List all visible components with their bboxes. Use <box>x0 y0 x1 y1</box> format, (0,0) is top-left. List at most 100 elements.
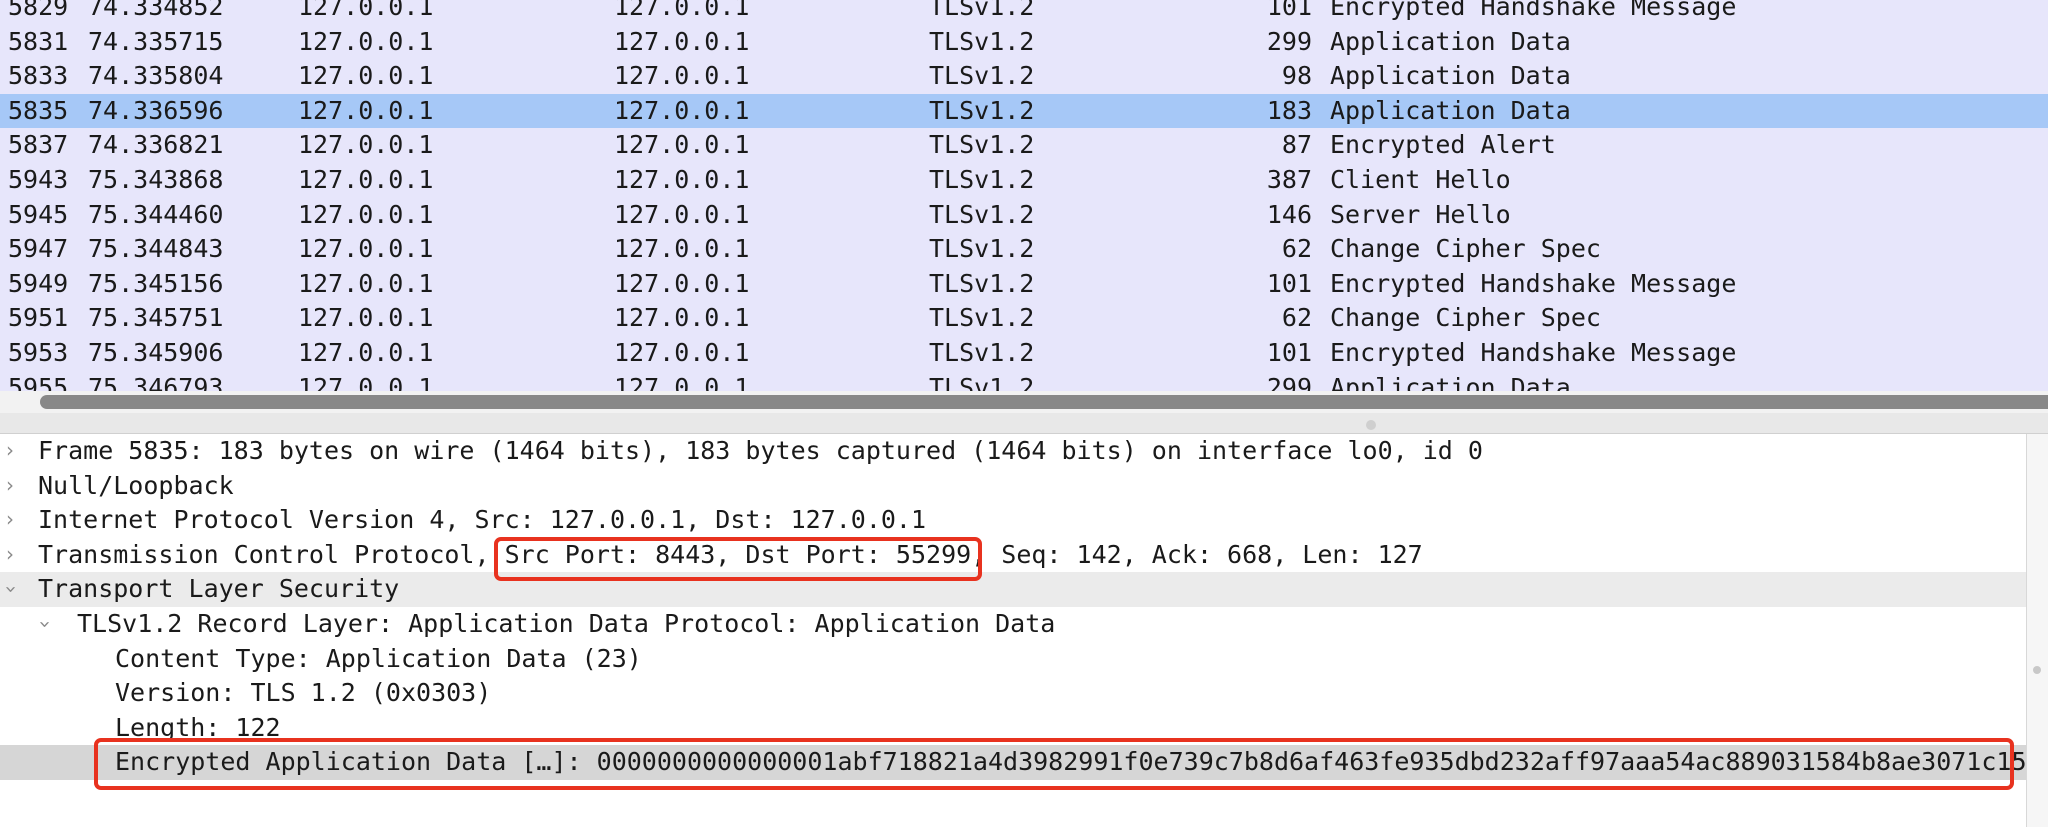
packet-row[interactable]: 5943 75.343868 127.0.0.1 127.0.0.1 TLSv1.2 38… <box>0 163 2048 198</box>
packet-time: 75.344460 <box>88 199 224 229</box>
detail-tree-row[interactable]: › Internet Protocol Version 4, Src: 127.0… <box>0 503 2026 538</box>
packet-details-tree[interactable]: › Frame 5835: 183 bytes on wire (1464 bit… <box>0 434 2026 827</box>
packet-row[interactable]: 5947 75.344843 127.0.0.1 127.0.0.1 TLSv1.2 62… <box>0 232 2048 267</box>
packet-destination: 127.0.0.1 <box>614 303 750 333</box>
chevron-down-icon[interactable]: › <box>0 586 25 594</box>
packet-source: 127.0.0.1 <box>298 268 434 298</box>
packet-row[interactable]: 5837 74.336821 127.0.0.1 127.0.0.1 TLSv1.2 87… <box>0 128 2048 163</box>
vertical-scrollbar[interactable] <box>2026 434 2048 827</box>
packet-row[interactable]: 5945 75.344460 127.0.0.1 127.0.0.1 TLSv1.2 14… <box>0 198 2048 233</box>
packet-source: 127.0.0.1 <box>298 95 434 125</box>
packet-info: Application Data <box>1330 26 1571 56</box>
packet-no: 5831 <box>8 26 69 56</box>
packet-length: 101 <box>1266 338 1312 367</box>
packet-time: 74.335804 <box>88 61 224 91</box>
packet-length: 299 <box>1266 372 1312 391</box>
packet-length: 101 <box>1266 268 1312 298</box>
packet-destination: 127.0.0.1 <box>614 338 750 367</box>
packet-source: 127.0.0.1 <box>298 0 434 21</box>
packet-source: 127.0.0.1 <box>298 338 434 367</box>
packet-row[interactable]: 5831 74.335715 127.0.0.1 127.0.0.1 TLSv1.2 29… <box>0 25 2048 60</box>
packet-info: Application Data <box>1330 372 1571 391</box>
chevron-right-icon[interactable]: › <box>6 505 14 533</box>
packet-protocol: TLSv1.2 <box>929 130 1035 160</box>
packet-length: 62 <box>1281 303 1312 333</box>
packet-time: 75.345751 <box>88 303 224 333</box>
packet-destination: 127.0.0.1 <box>614 372 750 391</box>
packet-info: Server Hello <box>1330 199 1511 229</box>
packet-length: 62 <box>1281 234 1312 264</box>
horizontal-scrollbar[interactable] <box>0 391 2048 413</box>
detail-tree-row[interactable]: Version: TLS 1.2 (0x0303) <box>0 676 2026 711</box>
packet-destination: 127.0.0.1 <box>614 0 750 21</box>
packet-protocol: TLSv1.2 <box>929 26 1035 56</box>
detail-tree-row[interactable]: Length: 122 <box>0 711 2026 746</box>
packet-time: 75.343868 <box>88 165 224 194</box>
pane-splitter[interactable] <box>0 413 2048 434</box>
packet-protocol: TLSv1.2 <box>929 95 1035 125</box>
detail-tree-label: Version: TLS 1.2 (0x0303) <box>115 678 492 708</box>
packet-no: 5955 <box>8 372 69 391</box>
packet-time: 75.345906 <box>88 338 224 367</box>
packet-source: 127.0.0.1 <box>298 372 434 391</box>
packet-info: Encrypted Handshake Message <box>1330 268 1737 298</box>
packet-row[interactable]: 5835 74.336596 127.0.0.1 127.0.0.1 TLSv1.2 18… <box>0 93 2048 129</box>
packet-row[interactable]: 5951 75.345751 127.0.0.1 127.0.0.1 TLSv1.2 62… <box>0 301 2048 336</box>
packet-row[interactable]: 5949 75.345156 127.0.0.1 127.0.0.1 TLSv1.2 10… <box>0 267 2048 302</box>
packet-destination: 127.0.0.1 <box>614 199 750 229</box>
packet-list[interactable]: 5829 74.334852 127.0.0.1 127.0.0.1 TLSv1.2 10… <box>0 0 2048 391</box>
detail-tree-label: Length: 122 <box>115 712 281 742</box>
detail-tree-row[interactable]: Encrypted Application Data […]: 00000000… <box>0 745 2026 780</box>
packet-row[interactable]: 5953 75.345906 127.0.0.1 127.0.0.1 TLSv1.2 10… <box>0 336 2048 371</box>
packet-no: 5837 <box>8 130 69 160</box>
horizontal-scrollbar-thumb[interactable] <box>40 395 2048 409</box>
detail-tree-label: TLSv1.2 Record Layer: Application Data P… <box>77 609 1056 638</box>
detail-tree-label: Transport Layer Security <box>38 574 400 604</box>
packet-row[interactable]: 5955 75.346793 127.0.0.1 127.0.0.1 TLSv1.2 29… <box>0 371 2048 391</box>
packet-length: 387 <box>1266 165 1312 194</box>
packet-source: 127.0.0.1 <box>298 234 434 264</box>
packet-protocol: TLSv1.2 <box>929 234 1035 264</box>
detail-tree-row[interactable]: › Transmission Control Protocol, Src Port… <box>0 538 2026 573</box>
chevron-right-icon[interactable]: › <box>6 436 14 464</box>
packet-destination: 127.0.0.1 <box>614 61 750 91</box>
detail-tree-label: Encrypted Application Data […]: 00000000… <box>115 747 2026 777</box>
detail-tree-row[interactable]: › Null/Loopback <box>0 469 2026 504</box>
packet-no: 5943 <box>8 165 69 194</box>
packet-destination: 127.0.0.1 <box>614 95 750 125</box>
packet-info: Application Data <box>1330 95 1571 125</box>
packet-source: 127.0.0.1 <box>298 130 434 160</box>
detail-tree-row[interactable]: › TLSv1.2 Record Layer: Application Data … <box>0 607 2026 642</box>
vertical-scrollbar-thumb[interactable] <box>2033 666 2041 674</box>
packet-info: Application Data <box>1330 61 1571 91</box>
packet-source: 127.0.0.1 <box>298 26 434 56</box>
packet-protocol: TLSv1.2 <box>929 0 1035 21</box>
packet-source: 127.0.0.1 <box>298 61 434 91</box>
packet-time: 75.344843 <box>88 234 224 264</box>
chevron-right-icon[interactable]: › <box>6 540 14 568</box>
packet-source: 127.0.0.1 <box>298 199 434 229</box>
packet-destination: 127.0.0.1 <box>614 130 750 160</box>
packet-protocol: TLSv1.2 <box>929 165 1035 194</box>
packet-no: 5949 <box>8 268 69 298</box>
detail-tree-row[interactable]: › Transport Layer Security <box>0 572 2026 607</box>
detail-tree-label: Content Type: Application Data (23) <box>115 643 642 673</box>
packet-destination: 127.0.0.1 <box>614 165 750 194</box>
packet-source: 127.0.0.1 <box>298 303 434 333</box>
packet-row[interactable]: 5829 74.334852 127.0.0.1 127.0.0.1 TLSv1.2 10… <box>0 0 2048 25</box>
packet-row[interactable]: 5833 74.335804 127.0.0.1 127.0.0.1 TLSv1.2 98… <box>0 59 2048 94</box>
chevron-right-icon[interactable]: › <box>6 471 14 499</box>
packet-destination: 127.0.0.1 <box>614 26 750 56</box>
detail-tree-label: Transmission Control Protocol, Src Port:… <box>38 539 1423 569</box>
packet-length: 87 <box>1281 130 1312 160</box>
packet-no: 5835 <box>8 95 69 125</box>
splitter-handle-icon[interactable] <box>1366 420 1376 430</box>
packet-protocol: TLSv1.2 <box>929 61 1035 91</box>
detail-tree-label: Frame 5835: 183 bytes on wire (1464 bits… <box>38 436 1483 465</box>
packet-protocol: TLSv1.2 <box>929 199 1035 229</box>
detail-tree-row[interactable]: › Frame 5835: 183 bytes on wire (1464 bit… <box>0 434 2026 469</box>
packet-destination: 127.0.0.1 <box>614 268 750 298</box>
packet-destination: 127.0.0.1 <box>614 234 750 264</box>
chevron-down-icon[interactable]: › <box>31 620 59 628</box>
detail-tree-row[interactable]: Content Type: Application Data (23) <box>0 642 2026 677</box>
